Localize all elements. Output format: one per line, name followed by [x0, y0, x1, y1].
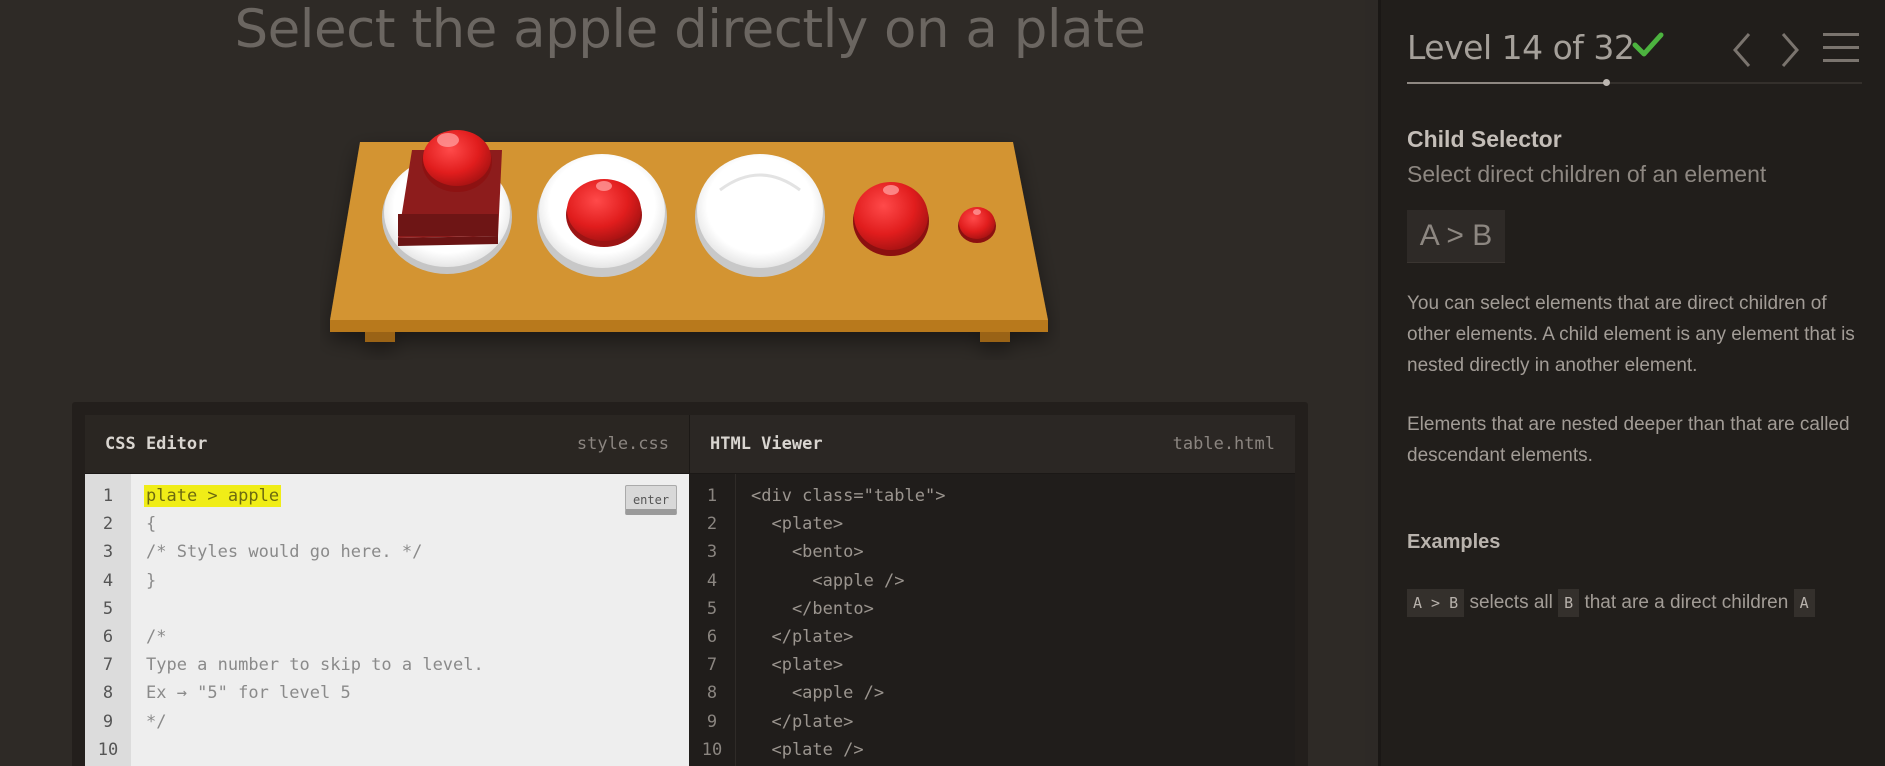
- example-text-2: that are a direct children: [1584, 592, 1789, 613]
- html-line-number: 3: [706, 542, 718, 563]
- level-instructions: Select the apple directly on a plate: [234, 0, 1146, 60]
- example-tag: A > B: [1407, 588, 1465, 617]
- chevron-right-icon[interactable]: [1775, 30, 1805, 70]
- css-file-name: style.css: [576, 434, 669, 454]
- html-viewer-pane: HTML Viewer table.html 1 2 3 4 5 6 7 8 9 10 <div …: [689, 415, 1295, 766]
- html-line-numbers: 1 2 3 4 5 6 7 8 9 10: [689, 474, 736, 766]
- apple-in-bento[interactable]: [422, 130, 492, 192]
- hamburger-menu-icon[interactable]: [1821, 30, 1861, 66]
- example: A > B selects all B that are a direct ch…: [1407, 584, 1867, 622]
- empty-plate[interactable]: [695, 154, 825, 277]
- html-file-name: table.html: [1172, 434, 1275, 454]
- example-tag-b: B: [1558, 588, 1580, 617]
- css-line-number: 5: [102, 598, 114, 619]
- html-line-number: 9: [706, 711, 718, 732]
- css-line-numbers: 1 2 3 4 5 6 7 8 9 10: [85, 474, 131, 766]
- html-line-number: 8: [706, 683, 718, 704]
- css-editor-pane: CSS Editor style.css 1 2 3 4 5 6 7 8 9 10 plate >…: [85, 415, 689, 766]
- html-line-number: 10: [701, 739, 723, 760]
- enter-button[interactable]: enter: [625, 485, 677, 515]
- html-viewer-title: HTML Viewer: [710, 434, 823, 454]
- html-line-number: 5: [706, 598, 718, 619]
- example-text-1: selects all: [1469, 592, 1553, 613]
- html-viewer-header: HTML Viewer table.html: [689, 415, 1295, 474]
- css-line-number: 4: [102, 570, 114, 591]
- sidebar: Level 14 of 32 Child Selector Select dir…: [1378, 0, 1885, 766]
- check-icon: [1632, 32, 1664, 57]
- selector-syntax: A > B: [1407, 210, 1505, 263]
- css-line-number: 2: [102, 514, 114, 535]
- apple-loose[interactable]: [853, 182, 929, 256]
- table-scene: [320, 120, 1060, 360]
- example-tag-a: A: [1793, 588, 1815, 617]
- css-selector-input[interactable]: plate > apple: [144, 485, 282, 507]
- level-indicator[interactable]: Level 14 of 32: [1407, 28, 1635, 67]
- selector-title: Select direct children of an element: [1407, 161, 1767, 187]
- css-line-number: 9: [102, 711, 114, 732]
- hint-text-1: You can select elements that are direct …: [1407, 293, 1855, 376]
- html-line-number: 7: [706, 655, 718, 676]
- css-code-body: { /* Styles would go here. */ } /* Type …: [146, 514, 484, 732]
- examples-heading: Examples: [1407, 531, 1501, 553]
- css-editor-title: CSS Editor: [105, 434, 208, 454]
- css-line-number: 6: [102, 627, 114, 648]
- html-code[interactable]: <div class="table"> <plate> <bento> <app…: [751, 474, 1295, 766]
- apple-on-plate[interactable]: [566, 179, 642, 247]
- html-line-number: 1: [706, 486, 718, 506]
- apple-small[interactable]: [958, 207, 996, 243]
- css-line-number: 7: [102, 655, 114, 676]
- level-progress-fill: [1407, 82, 1607, 84]
- html-line-number: 6: [706, 627, 718, 648]
- css-editor-header: CSS Editor style.css: [85, 415, 689, 474]
- level-progress-marker: [1603, 79, 1611, 86]
- plate-with-apple[interactable]: [537, 154, 667, 277]
- hint-text-2: Elements that are nested deeper than tha…: [1407, 414, 1850, 466]
- selector-name: Child Selector: [1407, 126, 1562, 152]
- game-area: Select the apple directly on a plate CSS…: [0, 0, 1365, 766]
- css-line-number: 10: [97, 739, 119, 760]
- css-line-number: 3: [102, 542, 114, 563]
- css-line-number: 1: [102, 486, 114, 506]
- css-code[interactable]: plate > apple { /* Styles would go here.…: [144, 474, 689, 766]
- html-line-number: 2: [706, 514, 718, 535]
- css-line-number: 8: [102, 683, 114, 704]
- chevron-left-icon[interactable]: [1727, 30, 1757, 70]
- editor: CSS Editor style.css 1 2 3 4 5 6 7 8 9 10 plate >…: [72, 402, 1308, 766]
- html-line-number: 4: [706, 570, 718, 591]
- level-progress-bar: [1407, 79, 1862, 86]
